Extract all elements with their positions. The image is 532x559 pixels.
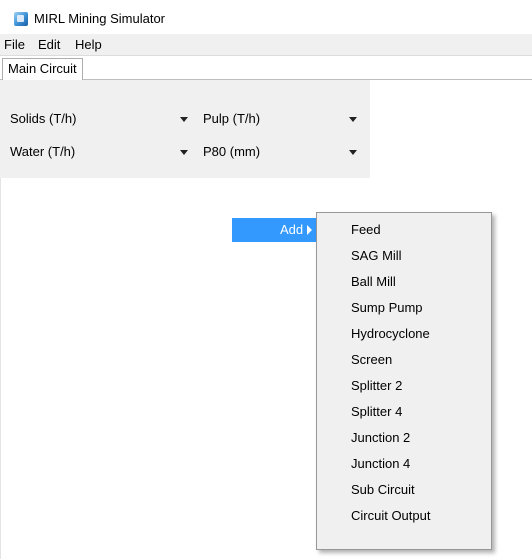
- app-icon: [14, 12, 28, 26]
- solids-dropdown[interactable]: Solids (T/h): [10, 107, 190, 131]
- water-dropdown-label: Water (T/h): [10, 144, 76, 159]
- submenu-item-sag-mill[interactable]: SAG Mill: [351, 245, 402, 267]
- submenu-item-feed[interactable]: Feed: [351, 219, 381, 241]
- p80-dropdown[interactable]: P80 (mm): [203, 140, 357, 164]
- title-bar: MIRL Mining Simulator: [0, 0, 532, 34]
- submenu-item-circuit-output[interactable]: Circuit Output: [351, 505, 430, 527]
- chevron-down-icon: [349, 150, 357, 155]
- submenu-item-sub-circuit[interactable]: Sub Circuit: [351, 479, 415, 501]
- add-submenu: Feed SAG Mill Ball Mill Sump Pump Hydroc…: [316, 212, 492, 550]
- menu-edit[interactable]: Edit: [38, 37, 60, 52]
- submenu-item-ball-mill[interactable]: Ball Mill: [351, 271, 396, 293]
- canvas-border: [0, 178, 1, 559]
- display-options-panel: Solids (T/h) Pulp (T/h) Water (T/h) P80 …: [0, 80, 370, 178]
- tab-strip: Main Circuit: [0, 56, 532, 80]
- submenu-item-splitter-4[interactable]: Splitter 4: [351, 401, 402, 423]
- chevron-down-icon: [180, 150, 188, 155]
- submenu-item-junction-2[interactable]: Junction 2: [351, 427, 410, 449]
- chevron-down-icon: [180, 117, 188, 122]
- pulp-dropdown[interactable]: Pulp (T/h): [203, 107, 357, 131]
- window-title: MIRL Mining Simulator: [34, 11, 166, 26]
- submenu-item-splitter-2[interactable]: Splitter 2: [351, 375, 402, 397]
- p80-dropdown-label: P80 (mm): [203, 144, 261, 159]
- menu-help[interactable]: Help: [75, 37, 102, 52]
- menu-file[interactable]: File: [4, 37, 25, 52]
- chevron-down-icon: [349, 117, 357, 122]
- submenu-arrow-icon: [307, 225, 312, 235]
- submenu-item-hydrocyclone[interactable]: Hydrocyclone: [351, 323, 430, 345]
- submenu-item-junction-4[interactable]: Junction 4: [351, 453, 410, 475]
- water-dropdown[interactable]: Water (T/h): [10, 140, 190, 164]
- pulp-dropdown-label: Pulp (T/h): [203, 111, 261, 126]
- solids-dropdown-label: Solids (T/h): [10, 111, 77, 126]
- submenu-item-screen[interactable]: Screen: [351, 349, 392, 371]
- tab-main-circuit[interactable]: Main Circuit: [2, 58, 83, 80]
- submenu-item-sump-pump[interactable]: Sump Pump: [351, 297, 423, 319]
- context-menu-add[interactable]: Add: [232, 218, 318, 242]
- menu-bar: File Edit Help: [0, 34, 532, 56]
- context-menu-add-label: Add: [280, 222, 304, 237]
